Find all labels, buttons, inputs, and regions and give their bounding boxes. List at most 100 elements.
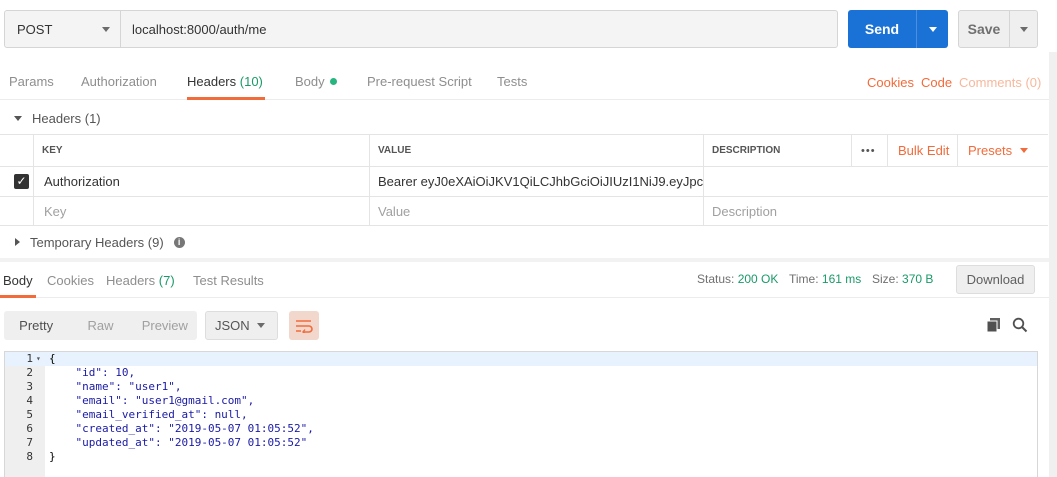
tab-label: Authorization xyxy=(81,74,157,89)
tab-pre-request-script[interactable]: Pre-request Script xyxy=(367,62,472,100)
header-enabled-checkbox[interactable]: ✓ xyxy=(0,166,34,196)
active-line-highlight xyxy=(5,352,1037,366)
headers-section-toggle[interactable]: Headers (1) xyxy=(14,110,101,126)
pretty-button[interactable]: Pretty xyxy=(4,318,68,333)
tab-label: Pre-request Script xyxy=(367,74,472,89)
download-button[interactable]: Download xyxy=(956,265,1035,294)
method-select[interactable]: POST xyxy=(4,10,121,48)
chevron-down-icon xyxy=(257,323,265,328)
new-key-input[interactable]: Key xyxy=(34,196,370,226)
temporary-headers-toggle[interactable]: Temporary Headers (9) i xyxy=(15,234,185,250)
code-line: "email": "user1@gmail.com", xyxy=(49,394,255,407)
tab-tests[interactable]: Tests xyxy=(497,62,527,100)
wrap-lines-icon xyxy=(296,319,313,333)
response-code-viewer[interactable]: 1 ▾ 2 3 4 5 6 7 8 { "id": 10, "name": "u… xyxy=(4,351,1038,477)
check-icon: ✓ xyxy=(14,173,29,189)
fold-caret-icon[interactable]: ▾ xyxy=(36,352,41,366)
tab-label: Cookies xyxy=(47,273,94,288)
time-value[interactable]: 161 ms xyxy=(822,272,861,286)
scrollbar[interactable] xyxy=(1049,52,1057,477)
send-button-group: Send xyxy=(848,10,948,48)
new-value-input[interactable]: Value xyxy=(370,196,704,226)
request-tabs: Params Authorization Headers (10) Body P… xyxy=(0,62,1050,100)
size-value[interactable]: 370 B xyxy=(902,272,933,286)
url-input[interactable]: localhost:8000/auth/me xyxy=(121,10,838,48)
status-meta: Status: 200 OK xyxy=(697,262,778,296)
line-number: 5 xyxy=(26,408,33,421)
header-description-cell[interactable] xyxy=(704,166,1048,196)
new-description-input[interactable]: Description xyxy=(704,196,1048,226)
key-placeholder: Key xyxy=(44,203,67,219)
method-label: POST xyxy=(17,21,53,37)
tab-label: Body xyxy=(295,74,325,89)
code-line: "email_verified_at": null, xyxy=(49,408,248,421)
comments-link[interactable]: Comments (0) xyxy=(959,62,1041,104)
tab-params[interactable]: Params xyxy=(9,62,54,100)
empty-check-cell xyxy=(0,196,34,226)
headers-section-title: Headers (1) xyxy=(32,110,101,126)
size-label: Size: xyxy=(872,272,899,286)
value-column-header: VALUE xyxy=(370,135,704,166)
tab-body[interactable]: Body xyxy=(295,62,337,100)
temporary-headers-title: Temporary Headers (9) xyxy=(30,234,164,250)
raw-button[interactable]: Raw xyxy=(68,318,132,333)
preview-button[interactable]: Preview xyxy=(133,318,197,333)
status-label: Status: xyxy=(697,272,735,286)
line-number: 2 xyxy=(26,366,33,379)
tab-headers[interactable]: Headers (10) xyxy=(187,62,265,100)
status-value[interactable]: 200 OK xyxy=(738,272,779,286)
chevron-down-icon xyxy=(1020,148,1029,153)
tab-label: Tests xyxy=(497,74,528,89)
tab-count: (7) xyxy=(158,273,175,288)
tab-response-body[interactable]: Body xyxy=(0,262,36,298)
tab-label: Headers xyxy=(106,273,156,288)
header-value: Bearer eyJ0eXAiOiJKV1QiLCJhbGciOiJIUzI1N… xyxy=(378,173,704,189)
save-button-group: Save xyxy=(958,10,1038,48)
key-column-header: KEY xyxy=(34,135,370,166)
search-icon[interactable] xyxy=(1012,317,1028,333)
code-line: "id": 10, xyxy=(49,366,136,379)
format-label: JSON xyxy=(215,318,250,333)
save-button[interactable]: Save xyxy=(959,11,1009,47)
format-select[interactable]: JSON xyxy=(205,311,278,340)
save-options-button[interactable] xyxy=(1009,11,1037,47)
copy-icon[interactable] xyxy=(986,317,1002,333)
send-button[interactable]: Send xyxy=(848,10,916,48)
column-label: VALUE xyxy=(378,145,412,156)
tab-label: Headers xyxy=(187,74,237,89)
more-options-icon[interactable]: ••• xyxy=(852,135,888,166)
time-meta: Time: 161 ms xyxy=(789,262,861,296)
size-meta: Size: 370 B xyxy=(872,262,933,296)
code-line: "name": "user1", xyxy=(49,380,182,393)
cookies-link[interactable]: Cookies xyxy=(867,62,914,104)
column-label: DESCRIPTION xyxy=(712,145,781,156)
line-number: 8 xyxy=(26,450,33,463)
presets-label: Presets xyxy=(968,143,1013,158)
tab-authorization[interactable]: Authorization xyxy=(81,62,157,100)
tab-label: Body xyxy=(3,273,33,288)
code-line: "updated_at": "2019-05-07 01:05:52" xyxy=(49,436,308,449)
response-tabs: Body Cookies Headers (7) Test Results St… xyxy=(0,262,1050,298)
send-options-button[interactable] xyxy=(916,10,948,48)
presets-dropdown[interactable]: Presets xyxy=(958,135,1048,166)
tab-response-headers[interactable]: Headers (7) xyxy=(106,262,175,298)
line-number: 6 xyxy=(26,422,33,435)
description-column-header: DESCRIPTION xyxy=(704,135,852,166)
table-header-row: KEY VALUE DESCRIPTION ••• Bulk Edit Pres… xyxy=(0,135,1048,167)
caret-right-icon xyxy=(15,238,20,246)
status-dot-icon xyxy=(329,78,337,85)
table-row-empty: Key Value Description xyxy=(0,196,1048,226)
column-label: KEY xyxy=(42,145,63,156)
line-number: 7 xyxy=(26,436,33,449)
tab-response-cookies[interactable]: Cookies xyxy=(47,262,94,298)
chevron-down-icon xyxy=(1019,26,1028,32)
wrap-lines-button[interactable] xyxy=(289,311,319,340)
tab-test-results[interactable]: Test Results xyxy=(193,262,264,298)
header-key-cell[interactable]: Authorization xyxy=(34,166,370,196)
time-label: Time: xyxy=(789,272,819,286)
code-link[interactable]: Code xyxy=(921,62,952,104)
header-value-cell[interactable]: Bearer eyJ0eXAiOiJKV1QiLCJhbGciOiJIUzI1N… xyxy=(370,166,704,196)
bulk-edit-link[interactable]: Bulk Edit xyxy=(888,135,958,166)
code-line: "created_at": "2019-05-07 01:05:52", xyxy=(49,422,314,435)
headers-table: KEY VALUE DESCRIPTION ••• Bulk Edit Pres… xyxy=(0,134,1048,226)
